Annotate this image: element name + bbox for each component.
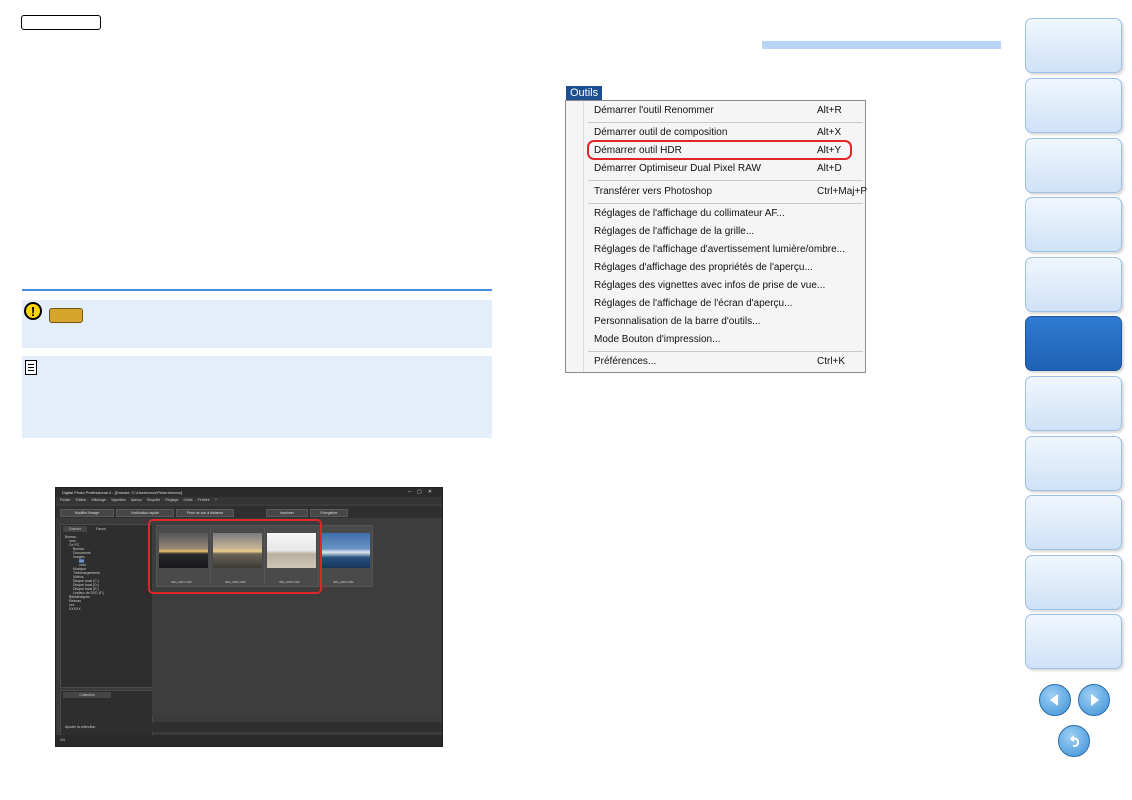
caution-note: !	[22, 300, 492, 348]
add-collection-button[interactable]: Ajouter la collection	[65, 725, 95, 729]
edit-image-button[interactable]: Modifier l'image	[60, 509, 114, 517]
next-page-button[interactable]	[1078, 684, 1110, 716]
menu-item-label: Transférer vers Photoshop	[594, 186, 713, 197]
menu-item-label: Démarrer l'outil Renommer	[594, 105, 714, 116]
menu-item-label: Réglages des vignettes avec infos de pri…	[594, 280, 826, 291]
tab-favori[interactable]: Favori	[89, 526, 113, 532]
chapter-tab-6-active[interactable]	[1025, 316, 1122, 371]
menu-item-preview-screen[interactable]: Réglages de l'affichage de l'écran d'ape…	[594, 296, 841, 312]
folder-panel: Dossier Favori Bureau xxxx Ce PC Bureau …	[60, 524, 153, 688]
save-button[interactable]: Enregistrer	[310, 509, 348, 517]
thumbnail[interactable]: IMG_0004.CR2	[318, 525, 373, 587]
menu-icon-gutter	[583, 101, 584, 372]
menu-item-print-button-mode[interactable]: Mode Bouton d'impression...	[594, 332, 841, 348]
menu-item-label: Réglages de l'affichage d'avertissement …	[594, 244, 845, 255]
chapter-tab-3[interactable]	[1025, 138, 1122, 193]
header-rule	[762, 41, 1001, 49]
dpp-menu-outils[interactable]: Outils	[184, 498, 193, 502]
top-label-box	[21, 15, 101, 30]
menu-item-label: Mode Bouton d'impression...	[594, 334, 721, 345]
menu-item-dual-pixel[interactable]: Démarrer Optimiseur Dual Pixel RAW Alt+D	[594, 161, 842, 177]
thumbnail-name: IMG_0004.CR2	[333, 580, 354, 584]
chapter-tab-10[interactable]	[1025, 555, 1122, 610]
dpp-statusbar: 4/4	[56, 735, 442, 746]
menu-item-label: Réglages de l'affichage de l'écran d'ape…	[594, 298, 793, 309]
collection-panel: Collection Ajouter la collection	[60, 690, 153, 736]
chapter-tab-7[interactable]	[1025, 376, 1122, 431]
dpp-window-title: Digital Photo Professional 4 - [Dossier:…	[62, 490, 183, 495]
caution-icon: !	[24, 302, 42, 320]
menu-item-rename[interactable]: Démarrer l'outil Renommer Alt+R	[594, 103, 842, 119]
menu-item-composition[interactable]: Démarrer outil de composition Alt+X	[594, 125, 841, 141]
chapter-tab-5[interactable]	[1025, 257, 1122, 312]
dpp-titlebar: Digital Photo Professional 4 - [Dossier:…	[56, 488, 442, 497]
menu-item-af-settings[interactable]: Réglages de l'affichage du collimateur A…	[594, 206, 841, 222]
return-button[interactable]	[1058, 725, 1090, 757]
hdr-highlight-outline	[587, 140, 852, 160]
previous-page-button[interactable]	[1039, 684, 1071, 716]
dpp-menubar: Fichier Edition Affichage Vignettes Aper…	[56, 497, 442, 504]
menu-item-label: Réglages de l'affichage de la grille...	[594, 226, 755, 237]
chapter-tab-2[interactable]	[1025, 78, 1122, 133]
selection-highlight	[148, 519, 322, 594]
thumbnail-image	[321, 533, 370, 568]
section-divider	[22, 289, 492, 291]
menu-item-label: Personnalisation de la barre d'outils...	[594, 316, 761, 327]
dpp-menu-fenetre[interactable]: Fenêtre	[198, 498, 210, 502]
caution-tag	[49, 308, 83, 323]
menu-item-thumbnail-info[interactable]: Réglages des vignettes avec infos de pri…	[594, 278, 841, 294]
dpp-toolbar: Modifier l'image Vérification rapide Pri…	[56, 506, 442, 518]
menu-item-preferences[interactable]: Préférences... Ctrl+K	[594, 354, 845, 370]
quick-check-button[interactable]: Vérification rapide	[116, 509, 174, 517]
dpp-menu-fichier[interactable]: Fichier	[60, 498, 71, 502]
menu-item-shortcut: Alt+X	[817, 127, 842, 138]
chapter-tab-4[interactable]	[1025, 197, 1122, 252]
memo-icon	[25, 360, 37, 375]
return-arrow-icon	[1070, 735, 1079, 747]
menu-item-shortcut: Ctrl+Maj+P	[817, 186, 868, 197]
menu-separator	[588, 180, 863, 181]
menu-item-label: Réglages de l'affichage du collimateur A…	[594, 208, 785, 219]
remote-shooting-button[interactable]: Prise de vue à distance	[176, 509, 234, 517]
print-button[interactable]: Imprimer	[266, 509, 308, 517]
menu-item-label: Réglages d'affichage des propriétés de l…	[594, 262, 813, 273]
thumbnail-size-bar	[152, 722, 442, 732]
menu-separator	[588, 351, 863, 352]
dpp-window-controls[interactable]: –▢✕	[408, 489, 438, 495]
dpp-menu-apercu[interactable]: Aperçu	[131, 498, 142, 502]
dpp-window-screenshot: Digital Photo Professional 4 - [Dossier:…	[55, 487, 443, 747]
menu-item-shortcut: Alt+D	[817, 163, 842, 174]
chapter-tab-9[interactable]	[1025, 495, 1122, 550]
menu-item-shortcut: Alt+R	[817, 105, 842, 116]
tab-collection[interactable]: Collection	[63, 692, 111, 698]
chapter-tab-11[interactable]	[1025, 614, 1122, 669]
dpp-menu-reglage[interactable]: Réglage	[165, 498, 178, 502]
status-count: 4/4	[60, 738, 65, 742]
arrow-left-icon	[1050, 694, 1058, 706]
menu-item-preview-properties[interactable]: Réglages d'affichage des propriétés de l…	[594, 260, 841, 276]
menu-item-customize-toolbar[interactable]: Personnalisation de la barre d'outils...	[594, 314, 841, 330]
outils-menu-title[interactable]: Outils	[566, 86, 602, 100]
menu-item-label: Démarrer Optimiseur Dual Pixel RAW	[594, 163, 761, 174]
menu-separator	[588, 122, 863, 123]
menu-item-label: Préférences...	[594, 356, 657, 367]
tree-item[interactable]: XXXXX	[69, 607, 81, 611]
memo-note	[22, 356, 492, 438]
tab-dossier[interactable]: Dossier	[63, 526, 87, 532]
chapter-tab-1[interactable]	[1025, 18, 1122, 73]
dpp-menu-help[interactable]: ?	[215, 498, 217, 502]
dpp-menu-edition[interactable]: Edition	[76, 498, 87, 502]
menu-item-shortcut: Ctrl+K	[817, 356, 846, 367]
arrow-right-icon	[1091, 694, 1099, 706]
dpp-menu-affichage[interactable]: Affichage	[91, 498, 106, 502]
menu-item-label: Démarrer outil de composition	[594, 127, 728, 138]
dpp-menu-vignettes[interactable]: Vignettes	[111, 498, 126, 502]
menu-item-highlight-warning[interactable]: Réglages de l'affichage d'avertissement …	[594, 242, 845, 258]
menu-item-photoshop[interactable]: Transférer vers Photoshop Ctrl+Maj+P	[594, 184, 867, 200]
menu-separator	[588, 203, 863, 204]
dpp-menu-requete[interactable]: Requête	[147, 498, 160, 502]
menu-item-grid-settings[interactable]: Réglages de l'affichage de la grille...	[594, 224, 841, 240]
chapter-tab-8[interactable]	[1025, 436, 1122, 491]
